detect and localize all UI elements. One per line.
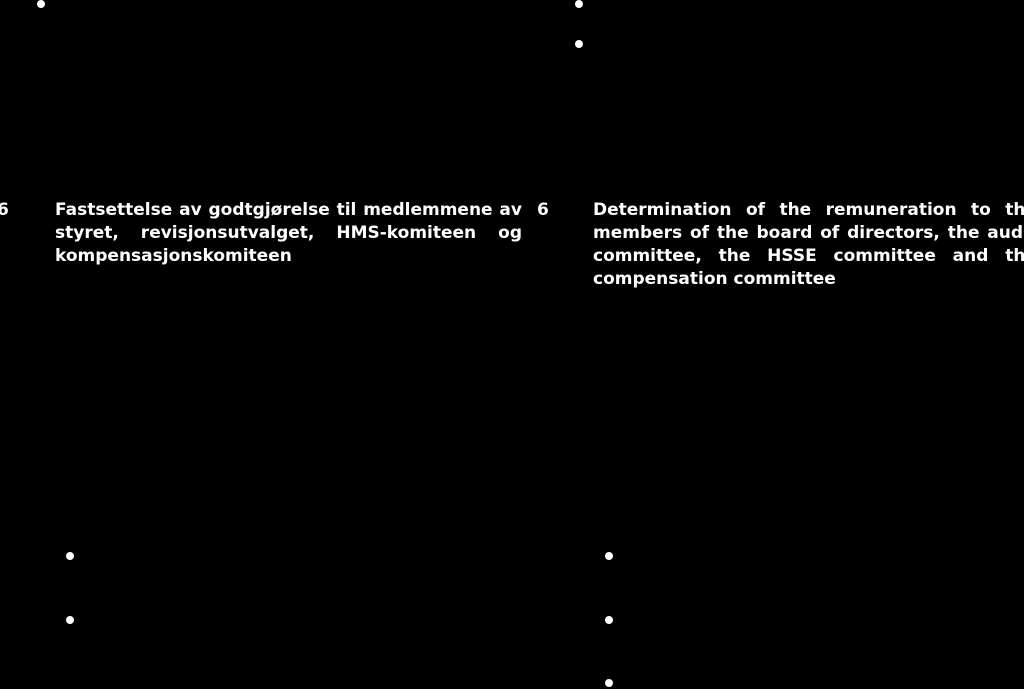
bullet-dot-top-left [37,0,45,8]
bullet-dot-lower-right-first [605,552,613,560]
bullet-dot-lower-left-first [66,552,74,560]
agenda-item-text-english: Determination of the remuneration to the… [593,200,1024,289]
document-page: 6 Fastsettelse av godtgjørelse til medle… [0,0,1024,689]
bullet-dot-lower-left-second [66,616,74,624]
agenda-item-number-english: 6 [537,200,549,220]
agenda-item-number-norwegian: 6 [0,200,9,220]
agenda-column-norwegian: 6 Fastsettelse av godtgjørelse til medle… [0,199,522,268]
bullet-dot-top-center [575,0,583,8]
bullet-dot-upper-center [575,40,583,48]
bullet-dot-lower-right-second [605,616,613,624]
agenda-column-english: 6 Determination of the remuneration to t… [537,199,1024,291]
bullet-dot-lower-right-third [605,679,613,687]
agenda-item-text-norwegian: Fastsettelse av godtgjørelse til medlemm… [55,200,522,266]
